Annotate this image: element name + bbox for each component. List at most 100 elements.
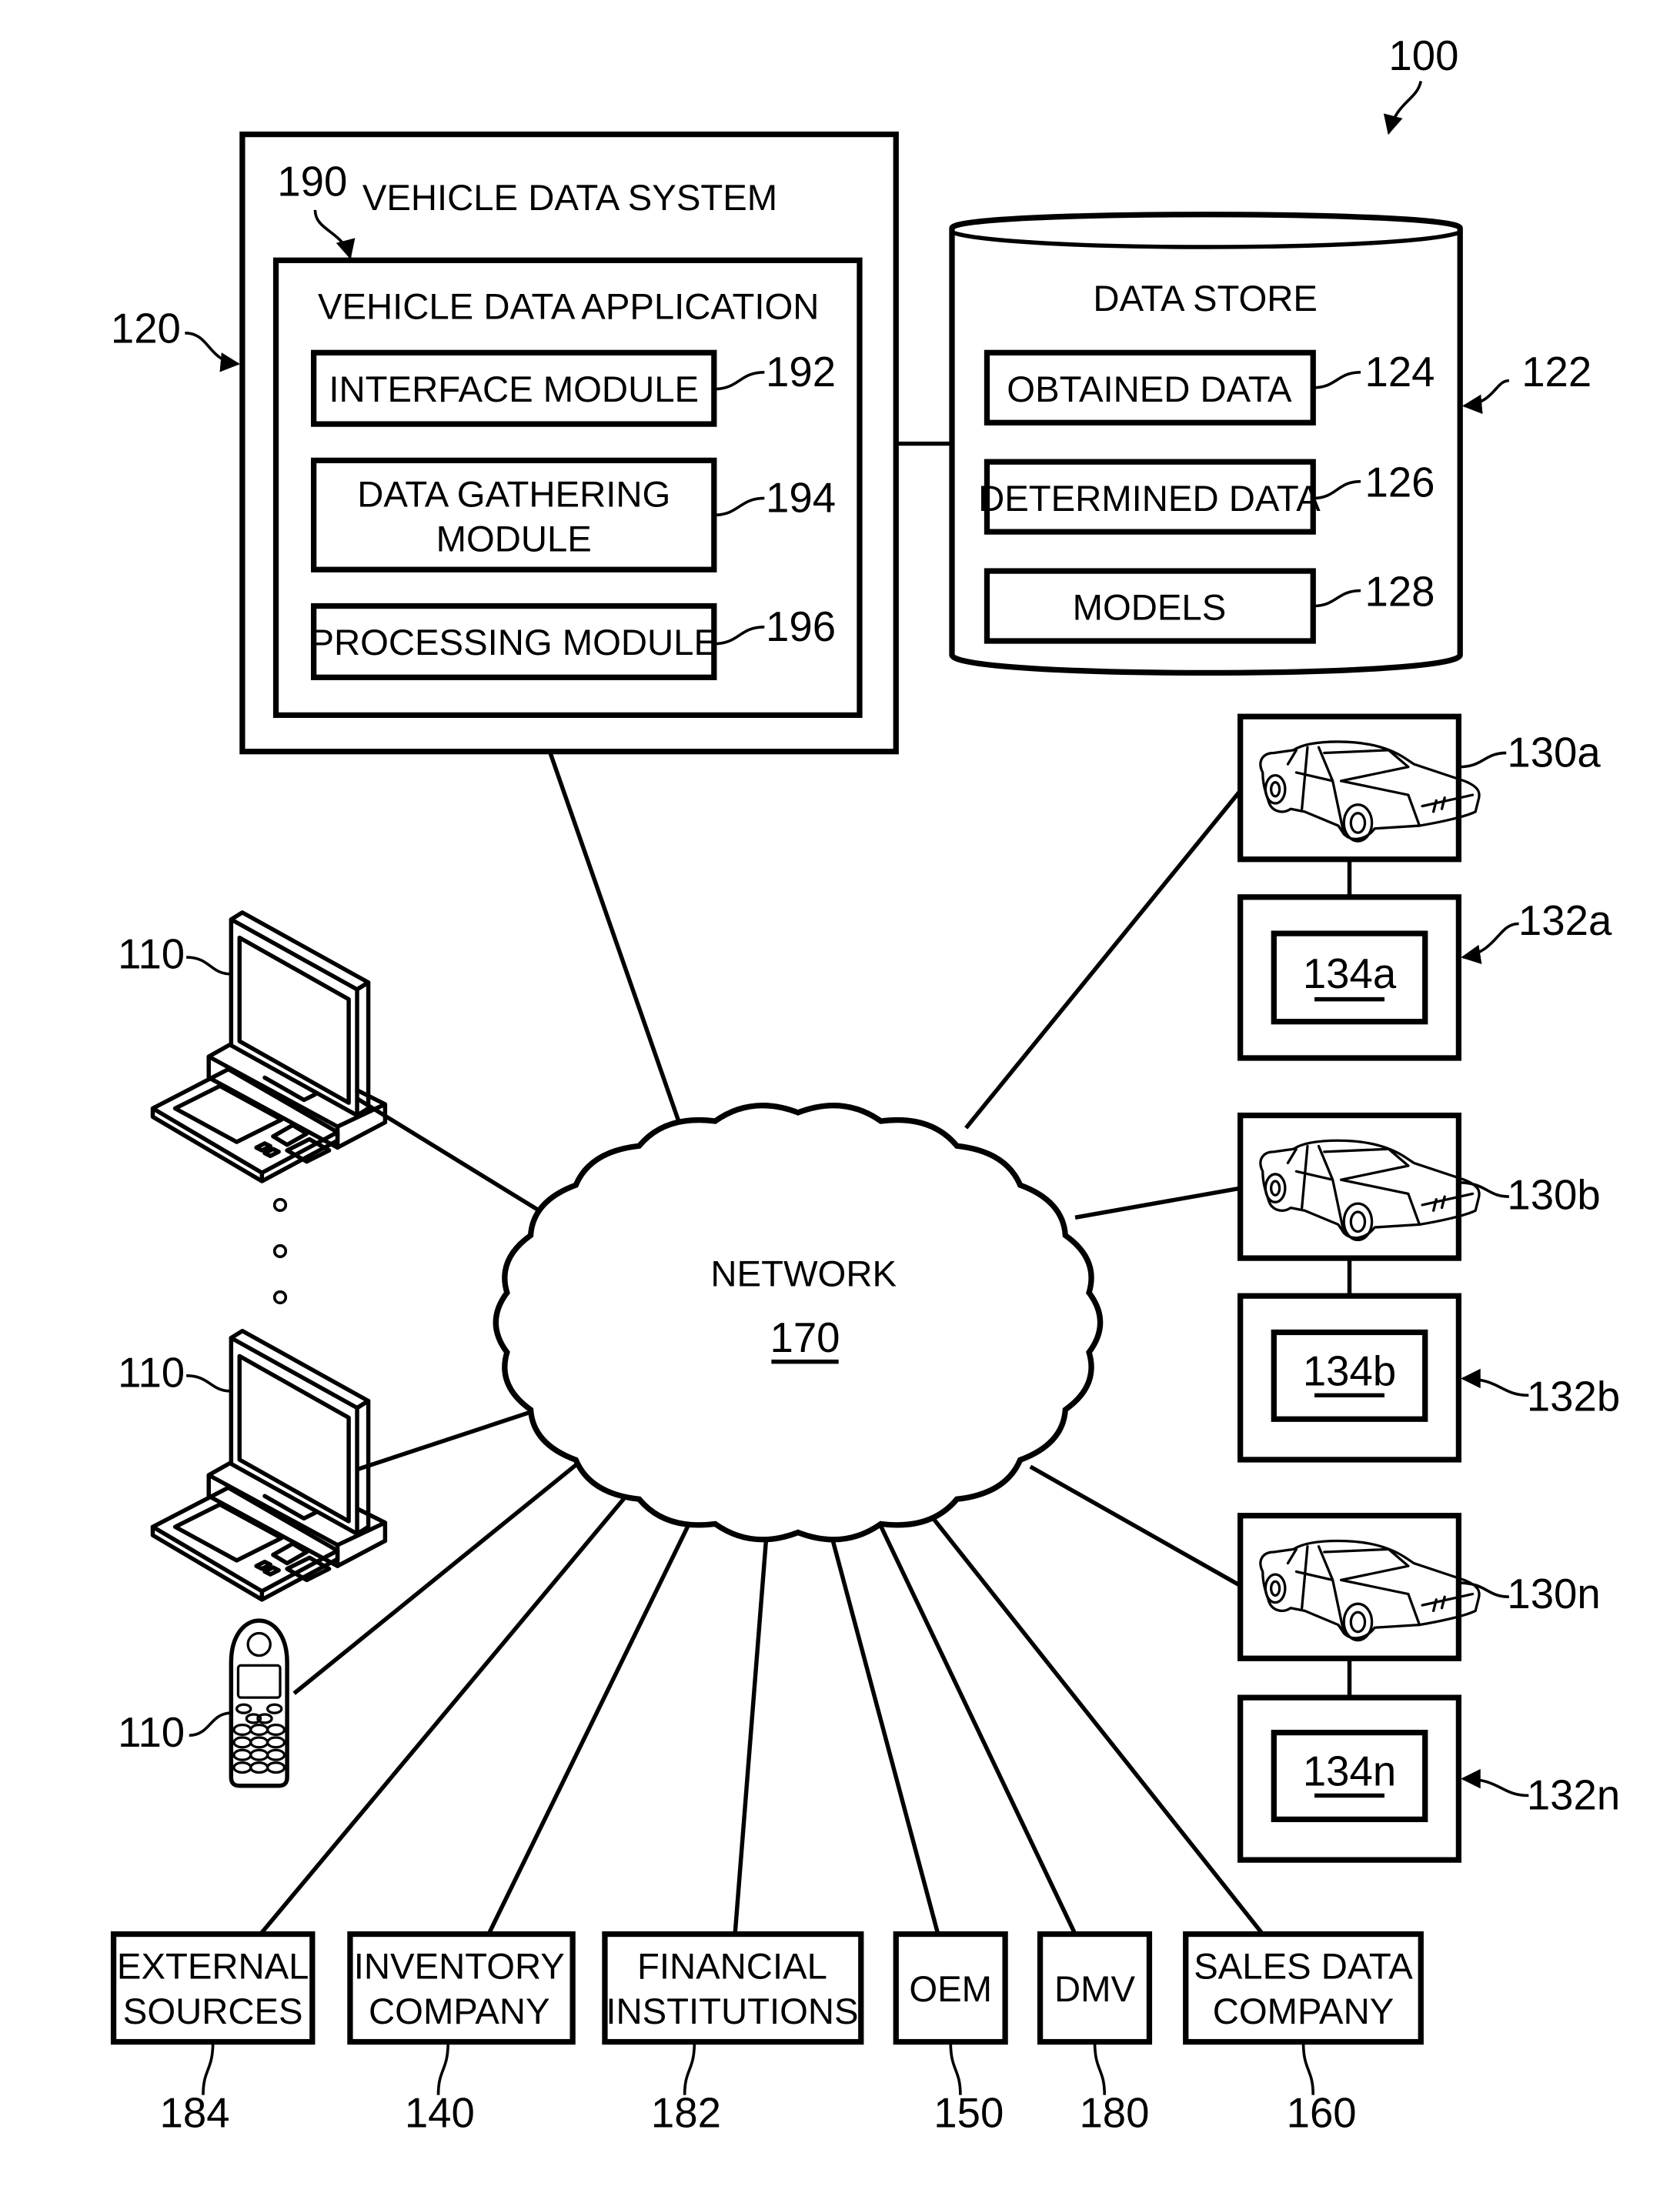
entity-label-line1: EXTERNAL: [117, 1947, 309, 1988]
entity-ref: 180: [1079, 2090, 1149, 2137]
entity-label-line1: SALES DATA: [1194, 1947, 1413, 1988]
desktop-computer-icon: [152, 913, 385, 1181]
dot: [272, 1290, 288, 1305]
wire-sales-to-network: [929, 1514, 1264, 1936]
wire-phone-to-network: [292, 1457, 584, 1695]
wire-computer2-to-network: [356, 1408, 536, 1472]
client-device-ref: 110: [118, 1349, 185, 1396]
module-data-gathering-label-line1: DATA GATHERING: [357, 474, 670, 515]
vehicle-group-a[interactable]: 130a 134a 132a: [1237, 713, 1612, 1061]
device-n-ref: 132n: [1527, 1772, 1620, 1819]
client-device-leader: [186, 1374, 232, 1393]
client-device-ref: 110: [118, 1709, 185, 1756]
figure-ref: 100: [1388, 32, 1458, 79]
dot: [272, 1243, 288, 1259]
device-a-ref: 132a: [1518, 897, 1612, 944]
entity-label-line2: SOURCES: [123, 1991, 303, 2032]
client-device-leader: [189, 1711, 232, 1737]
vehicle-data-application-ref: 190: [277, 159, 347, 205]
vehicle-group-n[interactable]: 130n 134n 132n: [1237, 1513, 1621, 1863]
system-diagram: 100 VEHICLE DATA SYSTEM 120 VEHICLE DATA…: [110, 32, 1621, 2137]
device-a-ref-arrow: [1461, 922, 1519, 964]
client-device-leader: [186, 956, 232, 976]
module-processing-label: PROCESSING MODULE: [309, 623, 718, 663]
wire-oem-to-network: [827, 1524, 940, 1935]
vehicle-a-ref: 130a: [1507, 729, 1601, 776]
wire-dmv-to-network: [877, 1521, 1077, 1935]
vehicle-data-application-title: VEHICLE DATA APPLICATION: [318, 287, 819, 328]
figure-ref-arrow: [1383, 81, 1423, 135]
entity-ref: 184: [160, 2090, 230, 2137]
entity-leader: [1301, 2041, 1315, 2095]
entity-label-line2: INSTITUTIONS: [606, 1991, 858, 2032]
device-b-inner-ref: 134b: [1303, 1348, 1396, 1395]
vehicle-data-system-ref-arrow: [185, 332, 240, 372]
models-label: MODELS: [1073, 588, 1227, 629]
device-b-ref-arrow: [1461, 1368, 1529, 1397]
client-device-phone[interactable]: 110: [118, 1621, 287, 1786]
entity-external-sources[interactable]: EXTERNAL SOURCES 184: [110, 1931, 316, 2137]
vehicle-data-system[interactable]: VEHICLE DATA SYSTEM 120 VEHICLE DATA APP…: [111, 131, 899, 755]
module-data-gathering-ref: 194: [766, 475, 836, 522]
network-ref: 170: [770, 1314, 840, 1361]
entity-sales-data-company[interactable]: SALES DATA COMPANY 160: [1183, 1931, 1424, 2137]
desktop-computer-icon: [152, 1331, 385, 1600]
data-store-ref: 122: [1521, 349, 1591, 396]
vehicle-data-system-title: VEHICLE DATA SYSTEM: [362, 178, 777, 219]
wire-inventory-to-network: [486, 1514, 695, 1935]
device-a-inner-ref: 134a: [1303, 950, 1397, 997]
wire-vehicle-b-to-network: [1074, 1186, 1241, 1220]
entity-label-line1: OEM: [909, 1969, 992, 2010]
network[interactable]: NETWORK 170: [493, 1103, 1104, 1543]
determined-data-ref: 126: [1364, 459, 1435, 506]
device-n-inner-ref: 134n: [1303, 1748, 1396, 1795]
entity-label-line2: COMPANY: [369, 1991, 549, 2032]
vehicle-group-b[interactable]: 130b 134b 132b: [1237, 1112, 1621, 1463]
entity-leader: [949, 2041, 962, 2095]
entity-label-line1: INVENTORY: [354, 1947, 565, 1988]
data-store-title: DATA STORE: [1093, 279, 1318, 319]
vehicle-a-leader: [1458, 751, 1507, 769]
entity-leader: [1093, 2041, 1107, 2095]
determined-data-label: DETERMINED DATA: [978, 479, 1321, 519]
module-interface-label: INTERFACE MODULE: [329, 369, 699, 410]
module-data-gathering-label-line2: MODULE: [436, 519, 592, 560]
mobile-phone-icon: [231, 1621, 287, 1786]
entity-leader: [436, 2041, 450, 2095]
models-ref: 128: [1364, 569, 1435, 616]
device-b-ref: 132b: [1527, 1373, 1620, 1420]
obtained-data-ref: 124: [1364, 349, 1435, 396]
vehicle-n-ref: 130n: [1507, 1570, 1600, 1617]
wire-vehicle-n-to-network: [1029, 1464, 1242, 1588]
wire-financial-to-network: [733, 1525, 770, 1934]
client-device-computer-2[interactable]: 110: [118, 1331, 385, 1600]
entity-financial-institutions[interactable]: FINANCIAL INSTITUTIONS 182: [602, 1931, 864, 2137]
entity-oem[interactable]: OEM 150: [893, 1931, 1008, 2137]
obtained-data-label: OBTAINED DATA: [1007, 369, 1292, 410]
module-processing-ref: 196: [766, 603, 836, 650]
vehicle-data-system-ref: 120: [111, 305, 181, 352]
entity-ref: 160: [1287, 2090, 1357, 2137]
entity-leader: [683, 2041, 696, 2095]
client-device-computer-1[interactable]: 110: [118, 913, 385, 1181]
wire-system-to-network: [548, 752, 681, 1123]
vehicle-b-ref: 130b: [1507, 1171, 1600, 1218]
client-device-ref: 110: [118, 931, 185, 978]
data-store-ref-arrow: [1462, 379, 1510, 415]
entity-inventory-company[interactable]: INVENTORY COMPANY 140: [347, 1931, 576, 2137]
entity-label-line1: DMV: [1054, 1969, 1136, 2010]
module-interface-ref: 192: [766, 349, 836, 396]
device-n-ref-arrow: [1461, 1768, 1529, 1797]
wire-vehicle-a-to-network: [964, 789, 1242, 1130]
network-label: NETWORK: [710, 1253, 897, 1294]
entity-label-line1: FINANCIAL: [637, 1947, 827, 1988]
ellipsis-dots: [272, 1197, 288, 1305]
entity-dmv[interactable]: DMV 180: [1037, 1931, 1153, 2137]
entity-ref: 182: [651, 2090, 721, 2137]
data-store[interactable]: DATA STORE 122 OBTAINED DATA 124 DETERMI…: [949, 212, 1591, 676]
entity-label-line2: COMPANY: [1213, 1991, 1394, 2032]
entity-ref: 140: [405, 2090, 475, 2137]
entity-leader: [202, 2041, 215, 2095]
entity-ref: 150: [934, 2090, 1004, 2137]
dot: [272, 1197, 288, 1213]
